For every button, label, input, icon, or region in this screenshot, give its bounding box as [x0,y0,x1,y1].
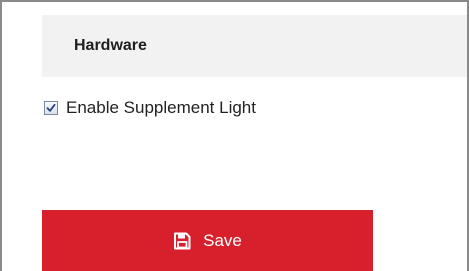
supplement-light-label: Enable Supplement Light [66,98,256,117]
supplement-light-option[interactable]: Enable Supplement Light [44,98,256,118]
supplement-light-checkbox[interactable] [44,101,58,115]
save-button[interactable]: Save [42,210,373,271]
floppy-disk-icon [173,232,191,250]
settings-panel: Hardware Enable Supplement Light Save [0,0,469,271]
section-title: Hardware [74,37,147,54]
section-header: Hardware [42,15,467,77]
checkmark-icon [46,103,56,112]
save-label: Save [203,230,242,250]
